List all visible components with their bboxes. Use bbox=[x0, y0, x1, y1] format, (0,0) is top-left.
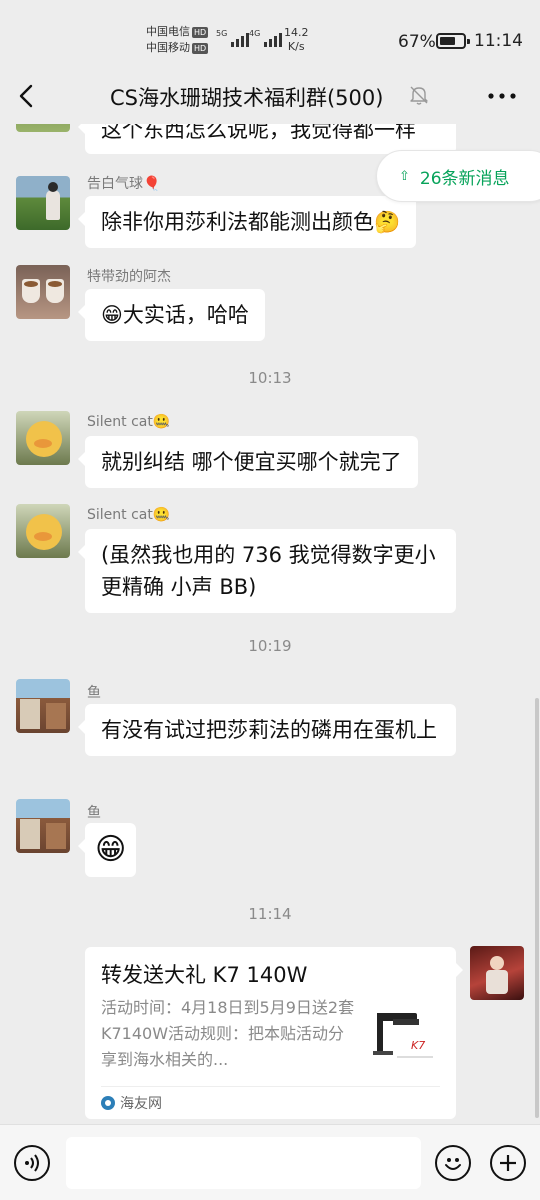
message-text: 就别纠结 哪个便宜买哪个就完了 bbox=[101, 450, 402, 474]
message-bubble[interactable]: 😁 bbox=[77, 823, 137, 877]
more-icon[interactable] bbox=[486, 84, 518, 108]
hd-badge: HD bbox=[192, 42, 209, 54]
emoji-message: 😁 bbox=[95, 832, 127, 867]
signal-2-icon: 4G bbox=[249, 29, 283, 47]
signal-1-label: 5G bbox=[216, 29, 228, 38]
message-text: (虽然我也用的 736 我觉得数字更小更精确 小声 BB) bbox=[101, 543, 436, 599]
scrollbar[interactable] bbox=[535, 698, 539, 1118]
carrier-1: 中国电信 bbox=[146, 25, 190, 38]
link-card-source: 海友网 bbox=[101, 1093, 162, 1113]
source-name: 海友网 bbox=[120, 1096, 162, 1112]
sender-name: Silent cat🤐 bbox=[87, 507, 171, 523]
message-text: 有没有试过把莎莉法的磷用在蛋机上 bbox=[101, 718, 437, 742]
avatar[interactable] bbox=[16, 265, 70, 319]
chat-header-overlay: CS海水珊瑚技术福利群(500) bbox=[0, 68, 540, 124]
source-logo-icon bbox=[101, 1096, 115, 1110]
status-time: 11:14 bbox=[474, 31, 523, 51]
avatar[interactable] bbox=[16, 411, 70, 465]
sender-name: 鱼 bbox=[87, 685, 101, 701]
timestamp: 11:14 bbox=[248, 905, 292, 923]
voice-icon bbox=[25, 1154, 39, 1172]
lamp-thumbnail-icon: K7 bbox=[373, 1013, 433, 1058]
plus-icon bbox=[500, 1155, 516, 1171]
divider bbox=[101, 1086, 440, 1087]
link-card-description: 活动时间：4月18日到5月9日送2套K7140W活动规则：把本贴活动分享到海水相… bbox=[101, 998, 355, 1069]
signal-1-icon: 5G bbox=[216, 29, 250, 47]
avatar[interactable] bbox=[16, 799, 70, 853]
new-messages-label: 26条新消息 bbox=[419, 168, 510, 189]
voice-button[interactable] bbox=[14, 1145, 50, 1181]
net-speed-unit: K/s bbox=[287, 40, 305, 53]
sender-name: 告白气球🎈 bbox=[87, 176, 161, 192]
input-bar bbox=[0, 1124, 540, 1200]
message-text: 😁大实话，哈哈 bbox=[101, 303, 249, 327]
hd-badge: HD bbox=[192, 26, 209, 38]
message-bubble[interactable]: 就别纠结 哪个便宜买哪个就完了 bbox=[78, 436, 418, 488]
emoji-icon bbox=[445, 1158, 461, 1170]
mute-bell-icon bbox=[410, 86, 428, 105]
emoji-button[interactable] bbox=[435, 1145, 471, 1181]
plus-button[interactable] bbox=[490, 1145, 526, 1181]
battery-percent: 67% bbox=[398, 32, 436, 52]
timestamp: 10:13 bbox=[248, 369, 292, 387]
sender-name: 鱼 bbox=[87, 805, 101, 821]
message-input[interactable] bbox=[66, 1137, 421, 1189]
message-text: 除非你用莎利法都能测出颜色🤔 bbox=[101, 210, 401, 234]
new-messages-button[interactable]: ⇧ 26条新消息 bbox=[376, 150, 540, 202]
carrier-info: 中国电信 HD 中国移动 HD bbox=[146, 24, 209, 56]
back-icon[interactable] bbox=[16, 82, 40, 110]
network-speed: 14.2 K/s bbox=[284, 26, 309, 54]
signal-2-label: 4G bbox=[249, 29, 261, 38]
message-bubble[interactable]: 除非你用莎利法都能测出颜色🤔 bbox=[77, 196, 417, 248]
message-bubble[interactable]: 😁大实话，哈哈 bbox=[78, 289, 265, 341]
timestamp: 10:19 bbox=[248, 637, 292, 655]
avatar[interactable] bbox=[16, 176, 70, 230]
carrier-2: 中国移动 bbox=[146, 41, 190, 54]
avatar[interactable] bbox=[16, 679, 70, 733]
double-chevron-up-icon: ⇧ bbox=[399, 168, 410, 184]
link-card[interactable]: 转发送大礼 K7 140W 活动时间：4月18日到5月9日送2套K7140W活动… bbox=[85, 947, 463, 1119]
sender-name: 特带劲的阿杰 bbox=[87, 269, 171, 285]
link-card-thumbnail: K7 bbox=[371, 1001, 443, 1073]
chat-title: CS海水珊瑚技术福利群(500) bbox=[110, 86, 384, 110]
avatar[interactable] bbox=[16, 504, 70, 558]
link-card-title: 转发送大礼 K7 140W bbox=[101, 963, 308, 987]
battery-icon bbox=[436, 33, 470, 49]
sender-name: Silent cat🤐 bbox=[87, 414, 171, 430]
thumb-brand: K7 bbox=[411, 1039, 425, 1052]
message-bubble[interactable]: (虽然我也用的 736 我觉得数字更小更精确 小声 BB) bbox=[78, 529, 456, 613]
message-bubble[interactable]: 有没有试过把莎莉法的磷用在蛋机上 bbox=[78, 704, 456, 756]
net-speed-value: 14.2 bbox=[284, 26, 309, 39]
my-avatar[interactable] bbox=[470, 946, 524, 1000]
